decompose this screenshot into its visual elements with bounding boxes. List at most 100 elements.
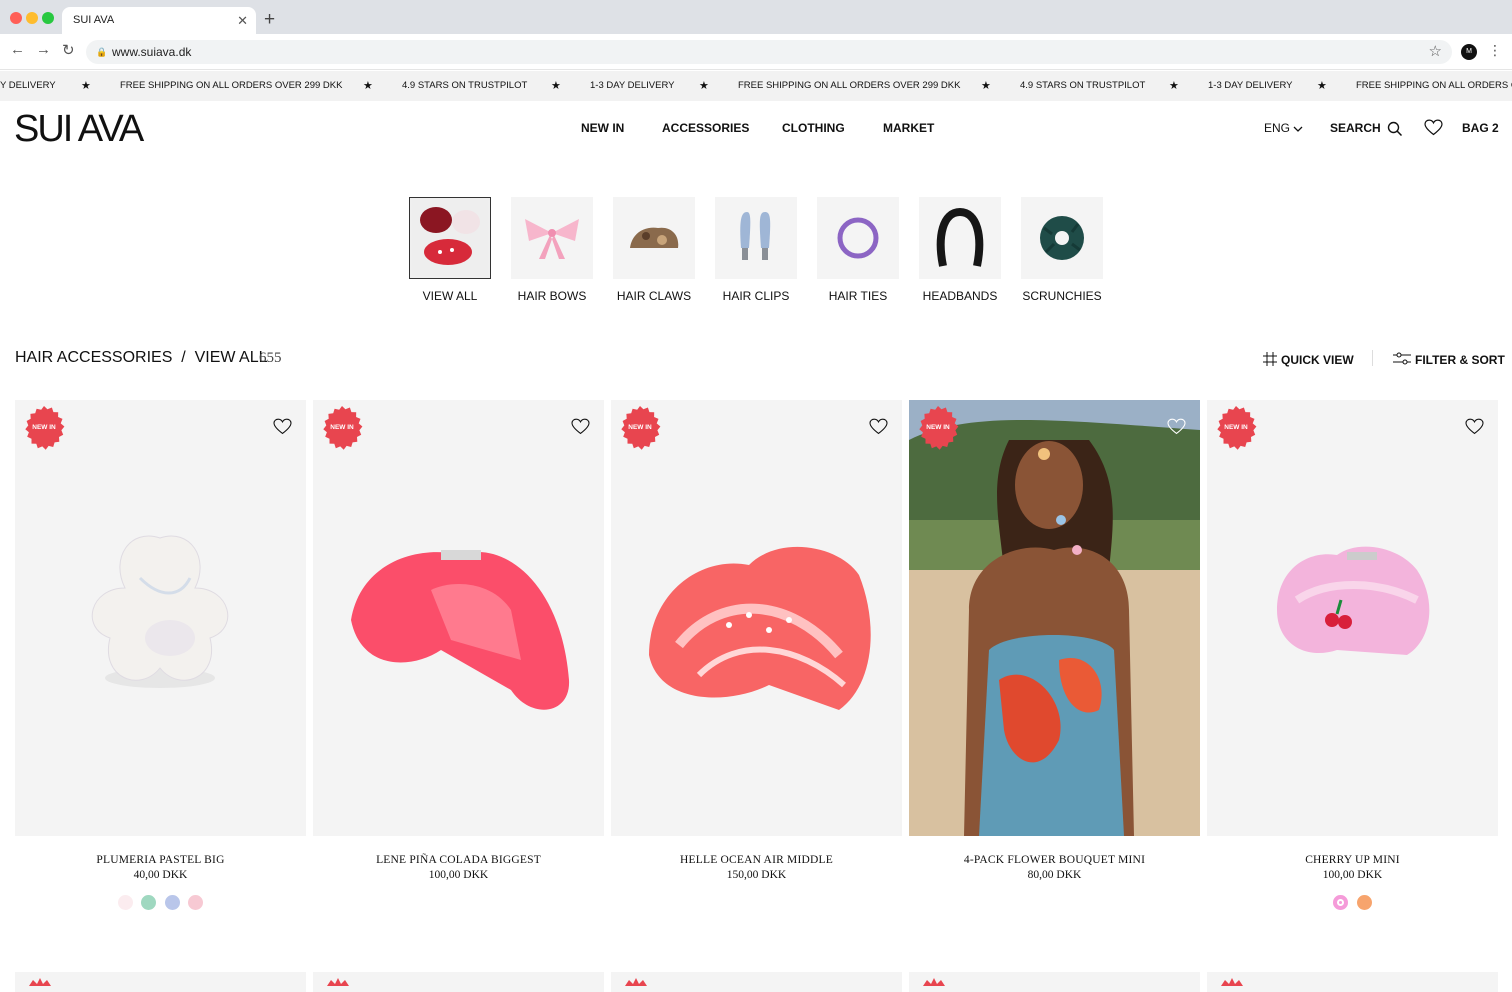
new-in-badge — [1221, 978, 1243, 986]
product-image[interactable]: NEW IN — [1207, 400, 1498, 836]
heart-icon[interactable] — [571, 418, 590, 435]
new-in-badge — [625, 978, 647, 986]
marquee-item: Y DELIVERY — [0, 80, 56, 91]
product-card-next-row — [1207, 972, 1498, 992]
color-swatches — [611, 895, 902, 911]
pink-claw-image — [351, 550, 570, 710]
bag-button[interactable]: BAG 2 — [1462, 121, 1499, 135]
mixed-claws-image — [409, 197, 491, 279]
tab-title: SUI AVA — [73, 14, 115, 26]
quick-view-button[interactable]: QUICK VIEW — [1263, 352, 1354, 367]
swatch-1[interactable] — [117, 895, 133, 910]
star-icon: ★ — [981, 80, 991, 92]
profile-avatar[interactable]: M — [1461, 44, 1477, 60]
product-card[interactable]: NEW IN 4-PACK FLOWER BOUQUET MINI 80,00 … — [909, 400, 1200, 911]
blue-clips-image — [715, 197, 797, 279]
product-name[interactable]: PLUMERIA PASTEL BIG — [15, 854, 306, 866]
swatch-1[interactable] — [1333, 895, 1349, 910]
product-image[interactable]: NEW IN — [909, 400, 1200, 836]
product-image[interactable]: NEW IN — [15, 400, 306, 836]
black-headband-image — [919, 197, 1001, 279]
back-icon[interactable]: ← — [10, 41, 25, 58]
lock-icon: 🔒 — [96, 47, 108, 57]
announcement-marquee: Y DELIVERY ★ FREE SHIPPING ON ALL ORDERS… — [0, 71, 1512, 101]
product-card-next-row — [611, 972, 902, 992]
address-bar[interactable]: 🔒 www.suiava.dk ☆ — [86, 40, 1452, 64]
product-card[interactable]: NEW IN LENE PIÑA COLADA BIGGEST 100,00 D… — [313, 400, 604, 911]
color-swatches — [1207, 895, 1498, 911]
marquee-item: 1-3 DAY DELIVERY — [1208, 80, 1293, 91]
nav-new-in[interactable]: NEW IN — [581, 121, 624, 135]
search-button[interactable]: SEARCH — [1330, 121, 1403, 137]
product-card[interactable]: NEW IN HELLE OCEAN AIR MIDDLE 150,00 DKK — [611, 400, 902, 911]
category-hair-ties[interactable]: HAIR TIES — [817, 197, 899, 303]
category-hair-bows[interactable]: HAIR BOWS — [511, 197, 593, 303]
browser-tab[interactable]: SUI AVA ✕ — [62, 7, 256, 34]
wishlist-button[interactable] — [1424, 119, 1443, 136]
color-swatches — [313, 895, 604, 911]
flower-claw-image — [91, 535, 229, 688]
category-scrunchies[interactable]: SCRUNCHIES — [1021, 197, 1103, 303]
new-in-badge — [29, 978, 51, 986]
color-swatches — [909, 895, 1200, 911]
category-view-all[interactable]: VIEW ALL — [409, 197, 491, 303]
product-name[interactable]: 4-PACK FLOWER BOUQUET MINI — [909, 854, 1200, 866]
star-icon: ★ — [1317, 80, 1327, 92]
product-card-next-row — [15, 972, 306, 992]
marquee-item: FREE SHIPPING ON ALL ORDERS OVER 299 DKK — [738, 80, 961, 91]
star-icon: ★ — [551, 80, 561, 92]
site-logo[interactable]: SUI AVA — [14, 108, 144, 151]
filter-sort-button[interactable]: FILTER & SORT — [1393, 352, 1505, 367]
search-icon — [1387, 121, 1403, 137]
product-card[interactable]: NEW IN PLUMERIA PASTEL BIG 40,00 DKK — [15, 400, 306, 911]
bookmark-star-icon[interactable]: ☆ — [1429, 40, 1442, 64]
marquee-item: 4.9 STARS ON TRUSTPILOT — [402, 80, 528, 91]
pink-bow-image — [511, 197, 593, 279]
language-selector[interactable]: ENG — [1264, 121, 1303, 135]
browser-toolbar: ← → ↻ 🔒 www.suiava.dk ☆ M ⋮ — [0, 34, 1512, 70]
swatch-2[interactable] — [1356, 895, 1372, 910]
swatch-4[interactable] — [188, 895, 204, 910]
star-icon: ★ — [363, 80, 373, 92]
product-name[interactable]: HELLE OCEAN AIR MIDDLE — [611, 854, 902, 866]
heart-icon[interactable] — [1465, 418, 1484, 435]
nav-clothing[interactable]: CLOTHING — [782, 121, 845, 135]
nav-accessories[interactable]: ACCESSORIES — [662, 121, 749, 135]
swatch-2[interactable] — [141, 895, 157, 910]
new-tab-icon[interactable]: + — [264, 7, 275, 33]
close-tab-icon[interactable]: ✕ — [237, 7, 248, 34]
result-count: 655 — [259, 350, 282, 366]
heart-icon[interactable] — [1167, 418, 1186, 435]
marquee-item: FREE SHIPPING ON ALL ORDERS OVER 299 DKK — [120, 80, 343, 91]
minimize-window-button[interactable] — [26, 12, 38, 24]
product-name[interactable]: LENE PIÑA COLADA BIGGEST — [313, 854, 604, 866]
marquee-item: 1-3 DAY DELIVERY — [590, 80, 675, 91]
heart-icon[interactable] — [273, 418, 292, 435]
cherry-claw-image — [1277, 546, 1430, 655]
star-icon: ★ — [699, 80, 709, 92]
category-headbands[interactable]: HEADBANDS — [919, 197, 1001, 303]
nav-market[interactable]: MARKET — [883, 121, 934, 135]
product-card[interactable]: NEW IN CHERRY UP MINI 100,00 DKK — [1207, 400, 1498, 911]
swatch-3[interactable] — [164, 895, 180, 910]
product-name[interactable]: CHERRY UP MINI — [1207, 854, 1498, 866]
browser-menu-icon[interactable]: ⋮ — [1488, 42, 1502, 59]
product-price: 100,00 DKK — [1322, 869, 1383, 881]
browser-tab-bar: SUI AVA ✕ + — [0, 0, 1512, 34]
marquee-item: 4.9 STARS ON TRUSTPILOT — [1020, 80, 1146, 91]
maximize-window-button[interactable] — [42, 12, 54, 24]
product-image[interactable]: NEW IN — [313, 400, 604, 836]
product-price: 100,00 DKK — [428, 869, 489, 881]
reload-icon[interactable]: ↻ — [62, 41, 75, 59]
product-card-next-row — [909, 972, 1200, 992]
category-hair-claws[interactable]: HAIR CLAWS — [613, 197, 695, 303]
forward-icon[interactable]: → — [36, 41, 51, 58]
close-window-button[interactable] — [10, 12, 22, 24]
heart-icon[interactable] — [869, 418, 888, 435]
product-image[interactable]: NEW IN — [611, 400, 902, 836]
new-in-badge — [327, 978, 349, 986]
star-icon: ★ — [81, 80, 91, 92]
category-hair-clips[interactable]: HAIR CLIPS — [715, 197, 797, 303]
sliders-icon — [1393, 352, 1411, 365]
category-label: SCRUNCHIES — [1022, 289, 1102, 303]
